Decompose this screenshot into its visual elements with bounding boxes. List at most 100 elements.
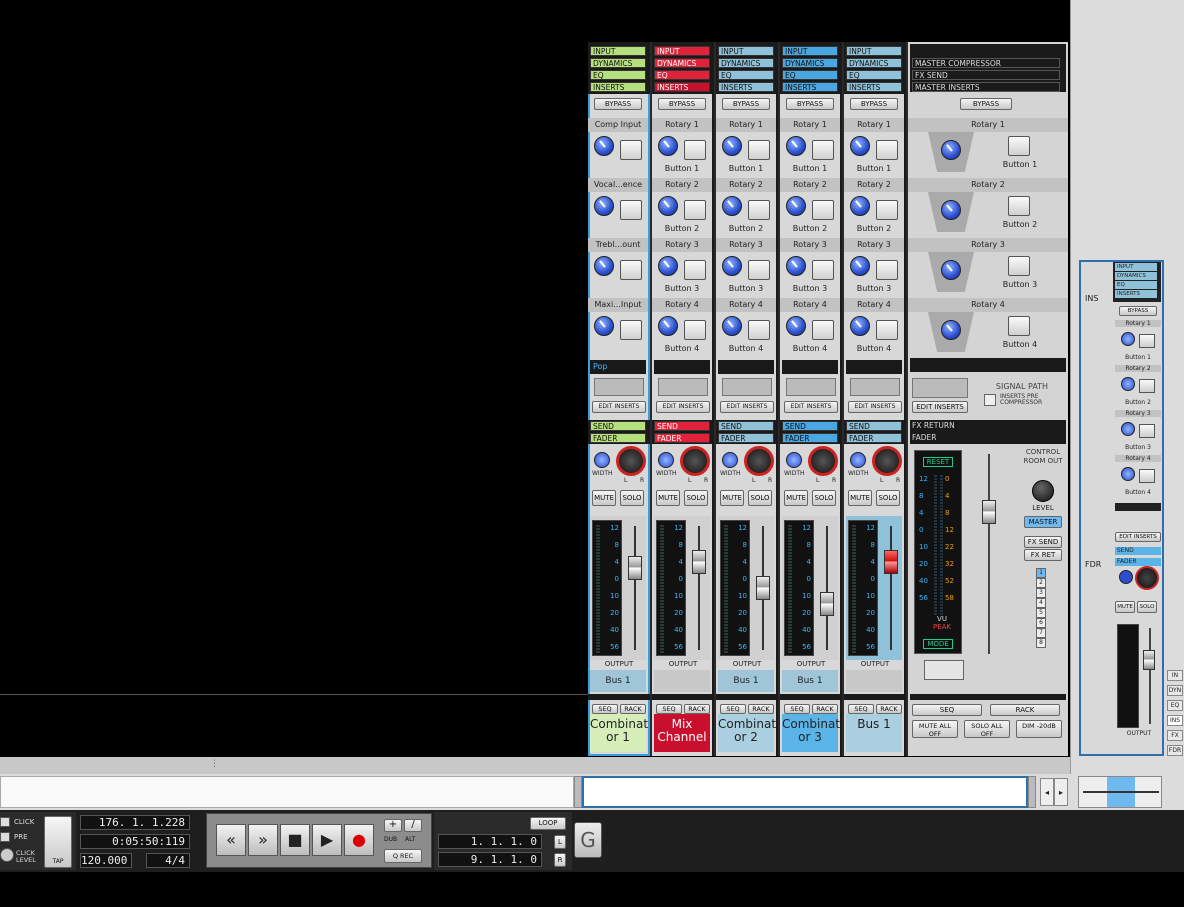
new-alt-button[interactable]: / <box>404 819 422 832</box>
fx-ret-button[interactable]: FX RET <box>1024 549 1062 561</box>
time-display[interactable]: 0:05:50:119 <box>80 834 190 849</box>
mini-mute-button[interactable]: MUTE <box>1115 601 1135 613</box>
preset-controls[interactable] <box>722 378 772 396</box>
left-locator-display[interactable]: 1. 1. 1. 0 <box>438 834 542 849</box>
fader-tab[interactable]: FADER <box>846 433 902 443</box>
new-dub-button[interactable]: + <box>384 819 402 832</box>
bypass-button[interactable]: BYPASS <box>658 98 706 110</box>
rack-button[interactable]: RACK <box>876 704 902 714</box>
mute-button[interactable]: MUTE <box>848 490 872 506</box>
right-locator-display[interactable]: 9. 1. 1. 0 <box>438 852 542 867</box>
preset-controls[interactable] <box>850 378 900 396</box>
master-rotary-knob[interactable] <box>941 140 961 160</box>
seq-button[interactable]: SEQ <box>656 704 682 714</box>
control-room-level-knob[interactable] <box>1032 480 1054 502</box>
solo-button[interactable]: SOLO <box>684 490 708 506</box>
mini-tab-input[interactable]: INPUT <box>1115 263 1157 271</box>
mute-button[interactable]: MUTE <box>656 490 680 506</box>
rotary-knob[interactable] <box>786 316 806 336</box>
tab-dynamics[interactable]: DYNAMICS <box>846 58 902 68</box>
mini-width-knob[interactable] <box>1119 570 1133 584</box>
solo-button[interactable]: SOLO <box>748 490 772 506</box>
toggle-button[interactable] <box>812 140 834 160</box>
pan-knob[interactable] <box>680 446 710 476</box>
width-knob[interactable] <box>722 452 738 468</box>
tab-input[interactable]: INPUT <box>846 46 902 56</box>
pan-knob[interactable] <box>872 446 902 476</box>
bypass-button[interactable]: BYPASS <box>786 98 834 110</box>
dim-button[interactable]: DIM -20dB <box>1016 720 1062 738</box>
mini-toggle-button[interactable] <box>1139 424 1155 438</box>
rotary-knob[interactable] <box>850 256 870 276</box>
channel-name[interactable]: Combinat or 2 <box>718 714 776 752</box>
tab-inserts[interactable]: INSERTS <box>846 82 902 92</box>
tab-input[interactable]: INPUT <box>654 46 710 56</box>
toggle-button[interactable] <box>876 260 898 280</box>
seq-button[interactable]: SEQ <box>848 704 874 714</box>
mini-tab-inserts[interactable]: INSERTS <box>1115 290 1157 298</box>
preset-controls[interactable] <box>786 378 836 396</box>
rack-button[interactable]: RACK <box>748 704 774 714</box>
toggle-button[interactable] <box>876 320 898 340</box>
fx-number-button[interactable]: 1 <box>1036 568 1046 578</box>
mini-solo-button[interactable]: SOLO <box>1137 601 1157 613</box>
position-display[interactable]: 176. 1. 1.228 <box>80 815 190 830</box>
prev-arrow-icon[interactable]: ◂ <box>1040 778 1054 806</box>
fx-number-button[interactable]: 2 <box>1036 578 1046 588</box>
send-tab[interactable]: SEND <box>846 421 902 431</box>
right-locator-button[interactable]: R <box>554 853 566 867</box>
channel-fader-handle[interactable] <box>692 550 706 574</box>
toggle-button[interactable] <box>876 140 898 160</box>
mute-button[interactable]: MUTE <box>784 490 808 506</box>
mute-button[interactable]: MUTE <box>592 490 616 506</box>
toggle-button[interactable] <box>620 260 642 280</box>
rotary-knob[interactable] <box>594 196 614 216</box>
tab-eq[interactable]: EQ <box>846 70 902 80</box>
send-tab[interactable]: SEND <box>782 421 838 431</box>
send-tab[interactable]: SEND <box>718 421 774 431</box>
channel-fader-handle[interactable] <box>884 550 898 574</box>
rotary-knob[interactable] <box>850 196 870 216</box>
rotary-knob[interactable] <box>658 136 678 156</box>
rotary-knob[interactable] <box>658 196 678 216</box>
mini-fader-tab[interactable]: FADER <box>1115 558 1161 566</box>
preset-controls[interactable] <box>594 378 644 396</box>
toggle-button[interactable] <box>812 260 834 280</box>
preset-controls[interactable] <box>658 378 708 396</box>
master-rotary-knob[interactable] <box>941 200 961 220</box>
fx-number-button[interactable]: 7 <box>1036 628 1046 638</box>
rotary-knob[interactable] <box>594 316 614 336</box>
send-tab[interactable]: SEND <box>654 421 710 431</box>
mini-bypass-button[interactable]: BYPASS <box>1119 306 1157 316</box>
master-fader-handle[interactable] <box>982 500 996 524</box>
rotary-knob[interactable] <box>786 136 806 156</box>
tab-input[interactable]: INPUT <box>590 46 646 56</box>
master-inserts-tab[interactable]: MASTER INSERTS <box>912 82 1060 92</box>
stop-icon[interactable]: ■ <box>280 824 310 856</box>
mini-fader-handle[interactable] <box>1143 650 1155 670</box>
side-tab-in[interactable]: IN <box>1167 670 1183 681</box>
width-knob[interactable] <box>658 452 674 468</box>
mini-rotary-knob[interactable] <box>1121 467 1135 481</box>
mini-tab-eq[interactable]: EQ <box>1115 281 1157 289</box>
master-bypass-button[interactable]: BYPASS <box>960 98 1012 110</box>
toggle-button[interactable] <box>684 320 706 340</box>
mini-rotary-knob[interactable] <box>1121 422 1135 436</box>
splitter-handle-icon[interactable]: ⋮ <box>210 759 219 769</box>
master-toggle-button[interactable] <box>1008 136 1030 156</box>
waveform-button[interactable] <box>924 660 964 680</box>
rewind-icon[interactable]: « <box>216 824 246 856</box>
side-tab-ins[interactable]: INS <box>1167 715 1183 726</box>
rotary-knob[interactable] <box>850 316 870 336</box>
output-bus-selector[interactable]: Bus 1 <box>782 670 838 692</box>
channel-fader-handle[interactable] <box>820 592 834 616</box>
rotary-knob[interactable] <box>722 316 742 336</box>
toggle-button[interactable] <box>684 260 706 280</box>
edit-inserts-button[interactable]: EDIT INSERTS <box>592 401 646 413</box>
tab-eq[interactable]: EQ <box>718 70 774 80</box>
solo-all-off-button[interactable]: SOLO ALL OFF <box>964 720 1010 738</box>
toggle-button[interactable] <box>748 200 770 220</box>
output-bus-selector[interactable]: Bus 1 <box>718 670 774 692</box>
channel-name[interactable]: Combinat or 1 <box>590 714 648 752</box>
song-overview[interactable] <box>0 776 574 808</box>
